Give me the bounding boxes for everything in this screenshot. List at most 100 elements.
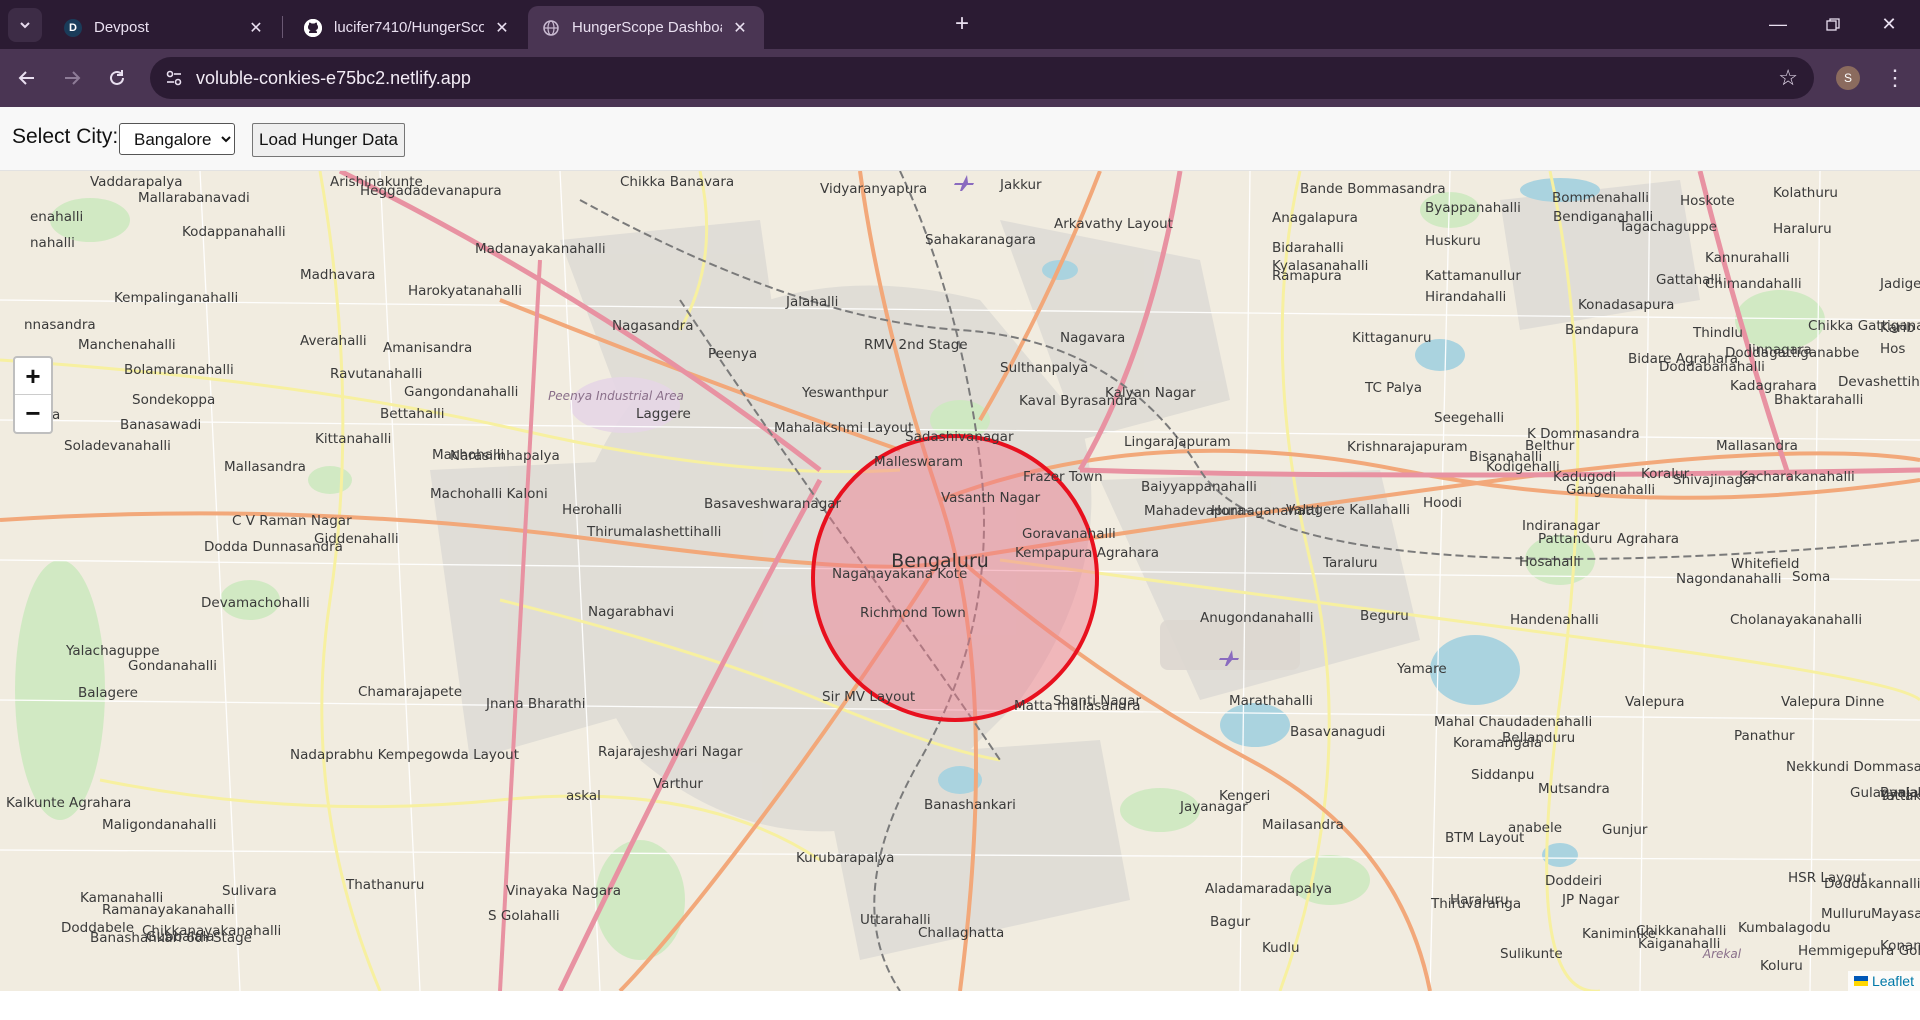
map-place-label: Koluru — [1760, 958, 1803, 974]
map-place-label: Peenya — [708, 346, 757, 362]
map-place-label: Kodigehalli — [1486, 459, 1560, 475]
city-select[interactable]: Bangalore — [119, 123, 235, 155]
zoom-control: + − — [13, 356, 53, 434]
map-place-label: Thindlu — [1692, 325, 1743, 341]
address-bar[interactable]: voluble-conkies-e75bc2.netlify.app ☆ — [150, 57, 1814, 99]
map-place-label: Vasanth Nagar — [941, 490, 1041, 506]
map-place-label: TC Palya — [1364, 380, 1422, 396]
map-place-label: Cholanayakanahalli — [1730, 612, 1862, 628]
map-place-label: Gangenahalli — [1566, 482, 1655, 498]
map-place-label: Nagavara — [1060, 330, 1125, 346]
map-place-label: Sir MV Layout — [822, 689, 915, 705]
map-place-label: Devashettihalli — [1838, 374, 1920, 390]
map-place-label: Jinnagara — [1747, 342, 1812, 358]
map-place-label: Kaniminike — [1582, 926, 1656, 942]
map-place-label: enahalli — [30, 209, 83, 225]
map-place-label: Machohalli Kaloni — [430, 486, 548, 502]
load-hunger-data-button[interactable]: Load Hunger Data — [252, 123, 405, 157]
zoom-in-button[interactable]: + — [15, 358, 51, 395]
profile-avatar[interactable]: S — [1836, 66, 1860, 90]
map-place-label: Jalahalli — [785, 294, 838, 310]
map-place-label: Panathur — [1734, 728, 1795, 744]
map-place-label: Basavanagudi — [1290, 724, 1385, 740]
map-place-label: Konadasapura — [1578, 297, 1674, 313]
back-icon[interactable] — [10, 61, 44, 95]
map-place-label: Doddabanahalli — [1659, 359, 1765, 375]
map-place-label: Jnana Bharathi — [485, 696, 585, 712]
map-place-label: Kittaganuru — [1352, 330, 1432, 346]
close-icon[interactable]: ✕ — [246, 18, 266, 38]
map-place-label: Valagere Kallahalli — [1286, 502, 1410, 518]
map-place-label: Madhavara — [300, 267, 375, 283]
map-place-label: Hos — [1880, 341, 1905, 357]
map-place-label: Bettahalli — [380, 406, 445, 422]
forward-icon[interactable] — [55, 61, 89, 95]
map-container[interactable]: Vaddarapalya Arishinakunte Chikka Banavara… — [0, 171, 1920, 991]
map-place-label: Mailasandra — [1262, 817, 1344, 833]
map-place-label: Kalkunte Agrahara — [6, 795, 131, 811]
map-place-label: Jakkur — [999, 177, 1042, 193]
site-settings-icon[interactable] — [162, 66, 186, 90]
map-place-label: Kempapura Agrahara — [1015, 545, 1159, 561]
map-place-label: Sondekoppa — [132, 392, 215, 408]
map-place-label: Gondanahalli — [128, 658, 217, 674]
map-place-label: Kempalinganahalli — [114, 290, 238, 306]
close-icon[interactable]: ✕ — [492, 18, 512, 38]
map-place-label: Anugondanahalli — [1200, 610, 1313, 626]
tab-github[interactable]: lucifer7410/HungerScope: Hung ✕ — [290, 6, 526, 49]
map-place-label: Amanisandra — [383, 340, 472, 356]
tab-hungerscope[interactable]: HungerScope Dashboard ✕ — [528, 6, 764, 49]
map-city-label: Bengaluru — [891, 550, 989, 572]
map-place-label: askal — [566, 788, 601, 804]
map-place-label: Bagur — [1210, 914, 1251, 930]
map-place-label: Seegehalli — [1434, 410, 1504, 426]
tab-title: Devpost — [94, 19, 150, 36]
leaflet-attribution[interactable]: Leaflet — [1847, 971, 1920, 991]
map-place-label: Ramapura — [1272, 268, 1342, 284]
map-place-label: JP Nagar — [1561, 892, 1620, 908]
map-place-label: Mutsandra — [1538, 781, 1610, 797]
map-place-label: Heggadadevanapura — [360, 183, 502, 199]
map-place-label: Gangondanahalli — [404, 384, 518, 400]
tab-list-button[interactable] — [8, 8, 42, 42]
map-place-label: Nagondanahalli — [1676, 571, 1782, 587]
minimize-icon[interactable]: — — [1749, 0, 1807, 49]
map-place-label: Krishnarajapuram — [1347, 439, 1468, 455]
map-place-label: Shivajinagar — [1673, 472, 1757, 488]
close-icon[interactable]: ✕ — [730, 18, 750, 38]
map-place-label: Richmond Town — [860, 605, 966, 621]
url-text: voluble-conkies-e75bc2.netlify.app — [196, 68, 471, 88]
map-place-label: Sahakaranagara — [925, 232, 1036, 248]
map-place-label: Kalyan Nagar — [1105, 385, 1196, 401]
map-place-label: Varthur — [653, 776, 703, 792]
tab-devpost[interactable]: D Devpost ✕ — [50, 6, 280, 49]
map-place-label: Gubbalala — [146, 929, 214, 945]
new-tab-button[interactable]: + — [948, 10, 976, 38]
window-close-icon[interactable]: ✕ — [1860, 0, 1918, 49]
menu-kebab-icon[interactable]: ⋮ — [1880, 61, 1910, 95]
ukraine-flag-icon — [1853, 976, 1868, 986]
map-place-label: Thathanuru — [345, 877, 424, 893]
map-place-label: Ravutanahalli — [330, 366, 422, 382]
map-place-label: Doddeiri — [1545, 873, 1602, 889]
map-place-label: Anagalapura — [1272, 210, 1358, 226]
zoom-out-button[interactable]: − — [15, 395, 51, 432]
bookmark-star-icon[interactable]: ☆ — [1778, 65, 1798, 91]
chevron-down-icon — [20, 22, 30, 29]
reload-icon[interactable] — [100, 61, 134, 95]
map-place-label: Chamarajapete — [358, 684, 462, 700]
map-place-label: Goravanahalli — [1022, 526, 1116, 542]
map-place-label: Nekkundi Dommasandra — [1786, 759, 1920, 775]
map-place-label: Mayasandra — [1871, 906, 1920, 922]
map-place-label: Doddakannalli — [1824, 876, 1920, 892]
restore-icon[interactable] — [1804, 0, 1862, 49]
page-bottom — [0, 991, 1920, 1020]
map-place-label: Kannurahalli — [1705, 250, 1789, 266]
map-place-label: S Golahalli — [488, 908, 560, 924]
map-place-label: Hoskote — [1680, 193, 1735, 209]
map-place-label: Byappanahalli — [1425, 200, 1521, 216]
map-place-label: Taraluru — [1322, 555, 1378, 571]
map-place-label: Vinayaka Nagara — [506, 883, 621, 899]
tab-title: HungerScope Dashboard — [572, 19, 722, 36]
map-place-label: Yeswanthpur — [801, 385, 889, 401]
